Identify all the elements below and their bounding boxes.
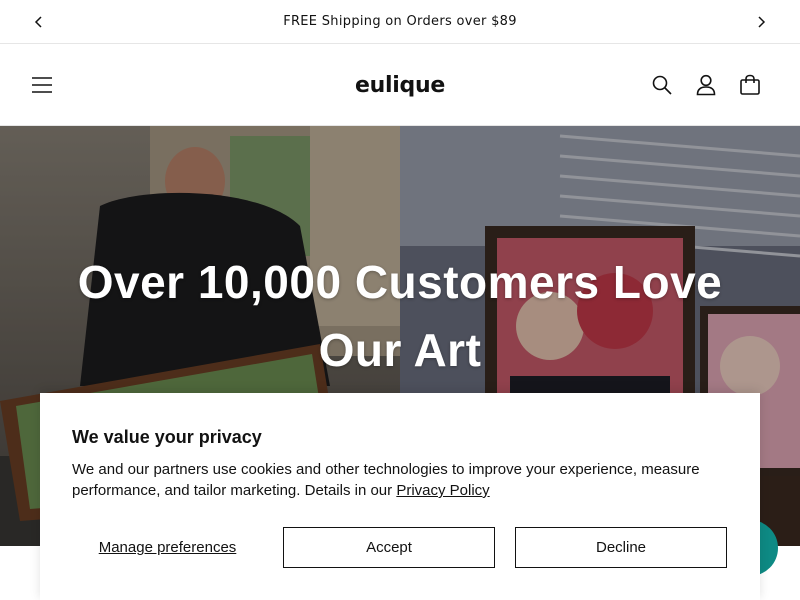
hero-title: Over 10,000 Customers Love Our Art (77, 256, 723, 376)
cookie-consent-banner: We value your privacy We and our partner… (40, 393, 760, 600)
announcement-prev-button[interactable] (29, 12, 49, 32)
site-header: eulique (0, 45, 800, 126)
hamburger-menu-icon (32, 77, 52, 93)
cookie-body-text: We and our partners use cookies and othe… (72, 461, 700, 499)
cookie-title: We value your privacy (72, 427, 262, 447)
privacy-policy-link[interactable]: Privacy Policy (396, 482, 489, 499)
cart-icon (740, 74, 760, 95)
account-button[interactable] (692, 71, 720, 99)
announcement-text: FREE Shipping on Orders over $89 (283, 14, 517, 29)
announcement-next-button[interactable] (751, 12, 771, 32)
chevron-left-icon (34, 16, 42, 28)
search-button[interactable] (648, 71, 676, 99)
manage-preferences-button[interactable]: Manage preferences (72, 527, 263, 568)
accept-button[interactable]: Accept (283, 527, 495, 568)
search-icon (652, 75, 672, 95)
chevron-right-icon (758, 16, 766, 28)
logo[interactable]: eulique (340, 69, 460, 101)
decline-button[interactable]: Decline (515, 527, 727, 568)
account-icon (696, 74, 716, 96)
cookie-body: We and our partners use cookies and othe… (72, 459, 712, 501)
menu-button[interactable] (28, 71, 56, 99)
cart-button[interactable] (736, 71, 764, 99)
announcement-bar: FREE Shipping on Orders over $89 (0, 0, 800, 44)
